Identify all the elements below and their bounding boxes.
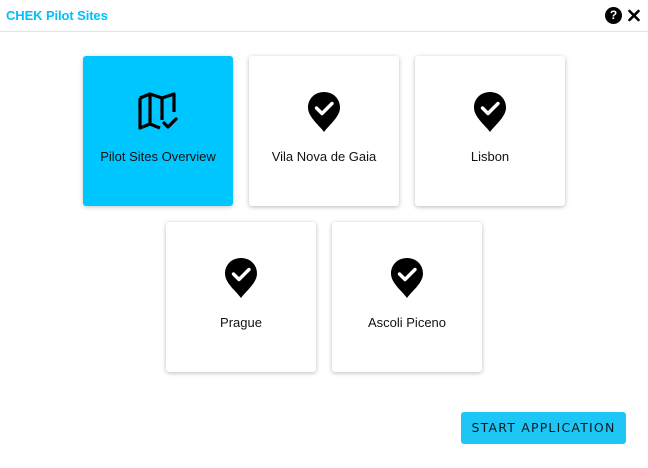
ascoli-piceno-card[interactable]: Ascoli Piceno (332, 222, 482, 372)
start-application-button[interactable]: START APPLICATION (461, 412, 626, 444)
card-label: Lisbon (470, 149, 510, 164)
prague-card[interactable]: Prague (166, 222, 316, 372)
card-label: Pilot Sites Overview (100, 149, 216, 164)
map-check-icon (136, 90, 180, 134)
vila-nova-de-gaia-card[interactable]: Vila Nova de Gaia (249, 56, 399, 206)
help-icon[interactable]: ? (605, 7, 622, 24)
close-icon[interactable] (626, 6, 642, 24)
card-label: Ascoli Piceno (367, 315, 447, 330)
location-check-icon (385, 256, 429, 300)
window-title: CHEK Pilot Sites (6, 8, 108, 23)
location-check-icon (302, 90, 346, 134)
card-label: Prague (220, 315, 262, 330)
location-check-icon (468, 90, 512, 134)
title-bar: CHEK Pilot Sites ? (0, 0, 648, 32)
location-check-icon (219, 256, 263, 300)
lisbon-card[interactable]: Lisbon (415, 56, 565, 206)
pilot-sites-overview-card[interactable]: Pilot Sites Overview (83, 56, 233, 206)
card-label: Vila Nova de Gaia (271, 149, 377, 164)
